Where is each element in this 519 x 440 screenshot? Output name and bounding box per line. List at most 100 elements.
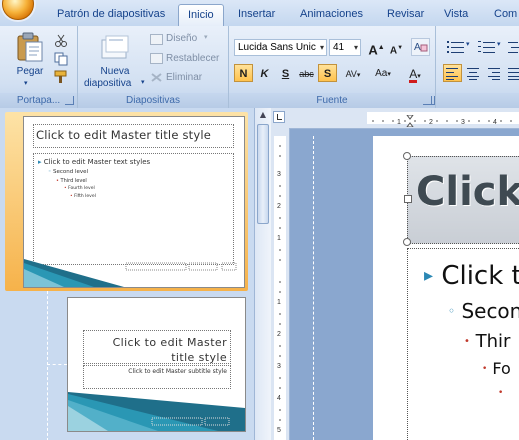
scroll-thumb[interactable] xyxy=(257,124,269,224)
font-group-label: Fuente xyxy=(316,95,348,106)
new-slide-button[interactable] xyxy=(100,34,130,62)
reset-button[interactable]: Restablecer xyxy=(166,53,219,64)
title-text[interactable]: Click xyxy=(416,169,519,215)
reset-icon xyxy=(150,53,163,64)
grow-font-button[interactable]: A▲ xyxy=(367,38,386,58)
master-body-level4: • Fourth level xyxy=(64,186,95,191)
resize-handle-top-left[interactable] xyxy=(403,152,411,160)
slide-editing-area: 1 2 3 4 321 123 45 Click ▸ Click t ◦ Sec… xyxy=(271,108,519,440)
numbering-dropdown-icon[interactable]: ▾ xyxy=(497,40,501,48)
font-size-dropdown-icon[interactable]: ▾ xyxy=(354,40,358,55)
svg-text:2: 2 xyxy=(277,331,281,338)
copy-icon[interactable] xyxy=(54,52,68,66)
italic-button[interactable]: K xyxy=(255,64,274,82)
layout-title-text: Click to edit Master title style xyxy=(112,336,227,364)
paste-label[interactable]: Pegar xyxy=(10,66,50,77)
layout-icon xyxy=(150,34,163,45)
title-layout-thumbnail[interactable]: Click to edit Master title style Click t… xyxy=(67,297,246,432)
resize-handle-left[interactable] xyxy=(404,195,412,203)
clipboard-group: Pegar ▾ Portapa... xyxy=(0,26,78,108)
format-painter-icon[interactable] xyxy=(54,70,68,84)
shadow-button[interactable]: S xyxy=(318,64,337,82)
master-thumbnail[interactable]: Click to edit Master title style ▸ Click… xyxy=(23,116,245,288)
grow-font-icon: A xyxy=(368,42,378,58)
font-group: Lucida Sans Unic ▾ 41 ▾ A▲ A▼ A N K S ab… xyxy=(229,26,436,108)
scroll-up-arrow-icon[interactable]: ▲ xyxy=(257,110,269,122)
tab-home[interactable]: Inicio xyxy=(178,4,224,26)
change-case-icon: Aa xyxy=(375,68,388,79)
svg-text:3: 3 xyxy=(277,171,281,178)
clear-format-button[interactable]: A xyxy=(411,38,430,56)
paste-button[interactable] xyxy=(14,32,44,64)
tab-insert[interactable]: Insertar xyxy=(238,8,275,20)
font-color-button[interactable]: A▾ xyxy=(402,64,428,83)
layout-subtitle-placeholder: Click to edit Master subtitle style xyxy=(83,365,231,389)
strikethrough-button[interactable]: abc xyxy=(297,64,316,82)
resize-handle-bottom-left[interactable] xyxy=(403,238,411,246)
level3-bullet-icon: • xyxy=(464,336,470,347)
shrink-font-button[interactable]: A▼ xyxy=(387,38,406,56)
tab-view[interactable]: Vista xyxy=(444,8,468,20)
font-name-combo[interactable]: Lucida Sans Unic ▾ xyxy=(234,39,327,56)
ribbon: Pegar ▾ Portapa... Nueva diapositiva ▾ D… xyxy=(0,26,519,109)
paragraph-dialog-launcher-icon[interactable] xyxy=(426,96,435,105)
body-level2: ◦ Secon xyxy=(448,299,519,323)
new-slide-dropdown-icon[interactable]: ▾ xyxy=(141,78,145,86)
new-slide-icon xyxy=(101,35,129,59)
delete-icon xyxy=(151,73,162,82)
tab-selector-icon[interactable] xyxy=(273,111,285,123)
decrease-indent-icon[interactable] xyxy=(505,38,519,56)
svg-text:2: 2 xyxy=(429,119,433,126)
master-body-level2: ◦ Second level xyxy=(48,169,89,175)
align-center-icon[interactable] xyxy=(464,64,483,82)
justify-icon[interactable] xyxy=(505,64,519,82)
new-slide-label-2[interactable]: diapositiva xyxy=(84,78,158,89)
bold-button[interactable]: N xyxy=(234,64,253,82)
slide-canvas[interactable]: Click ▸ Click t ◦ Secon • Thir • Fo • xyxy=(373,136,519,440)
change-case-button[interactable]: Aa▾ xyxy=(370,64,396,82)
paragraph-group: ▾ ▾ xyxy=(426,26,519,108)
delete-button[interactable]: Eliminar xyxy=(166,72,202,83)
ribbon-tab-bar: Patrón de diapositivas Inicio Insertar A… xyxy=(0,0,519,27)
bullets-dropdown-icon[interactable]: ▾ xyxy=(466,40,470,48)
master-title-placeholder: Click to edit Master title style xyxy=(33,124,234,148)
master-footer-graphic xyxy=(24,259,237,287)
layout-footer-graphic xyxy=(68,392,245,431)
vertical-ruler[interactable]: 3 2 1 1 2 3 4 5 xyxy=(271,128,290,440)
layout-dropdown-icon[interactable]: ▾ xyxy=(204,33,208,41)
master-body-level3: • Third level xyxy=(56,178,87,184)
paste-icon xyxy=(17,32,43,62)
tab-more[interactable]: Com xyxy=(494,8,517,20)
level2-bullet-icon: ◦ xyxy=(448,304,456,318)
master-title-text: Click to edit Master title style xyxy=(36,128,212,142)
font-name-dropdown-icon[interactable]: ▾ xyxy=(320,40,324,55)
paste-dropdown-icon[interactable]: ▾ xyxy=(24,79,28,87)
svg-text:1: 1 xyxy=(397,119,401,126)
new-slide-label-1[interactable]: Nueva xyxy=(78,66,152,77)
bullets-icon[interactable] xyxy=(445,38,464,56)
character-spacing-icon: AV xyxy=(345,69,357,79)
tab-slide-master[interactable]: Patrón de diapositivas xyxy=(57,8,165,20)
layout-button[interactable]: Diseño xyxy=(166,33,197,44)
title-placeholder[interactable]: Click xyxy=(407,156,519,244)
font-name-value: Lucida Sans Unic xyxy=(238,42,316,53)
slide-thumbnail-pane: 1 Click to edit Master title style ▸ Cli… xyxy=(0,108,254,440)
character-spacing-button[interactable]: AV▾ xyxy=(340,64,366,82)
svg-text:3: 3 xyxy=(461,119,465,126)
underline-button[interactable]: S xyxy=(276,64,295,82)
level5-bullet-icon: • xyxy=(498,388,504,398)
font-size-combo[interactable]: 41 ▾ xyxy=(329,39,361,56)
tab-review[interactable]: Revisar xyxy=(387,8,424,20)
tab-animations[interactable]: Animaciones xyxy=(300,8,363,20)
cut-icon[interactable] xyxy=(54,34,68,48)
font-size-value: 41 xyxy=(333,42,345,53)
clipboard-dialog-launcher-icon[interactable] xyxy=(65,96,74,105)
horizontal-ruler[interactable]: 1 2 3 4 xyxy=(271,108,519,129)
thumbnail-scrollbar[interactable]: ▲ xyxy=(254,108,272,440)
align-right-icon[interactable] xyxy=(485,64,504,82)
svg-text:1: 1 xyxy=(277,235,281,242)
body-placeholder[interactable]: ▸ Click t ◦ Secon • Thir • Fo • xyxy=(407,248,519,440)
align-left-icon[interactable] xyxy=(443,64,462,82)
office-button-icon[interactable] xyxy=(2,0,34,20)
numbering-icon[interactable] xyxy=(476,38,495,56)
